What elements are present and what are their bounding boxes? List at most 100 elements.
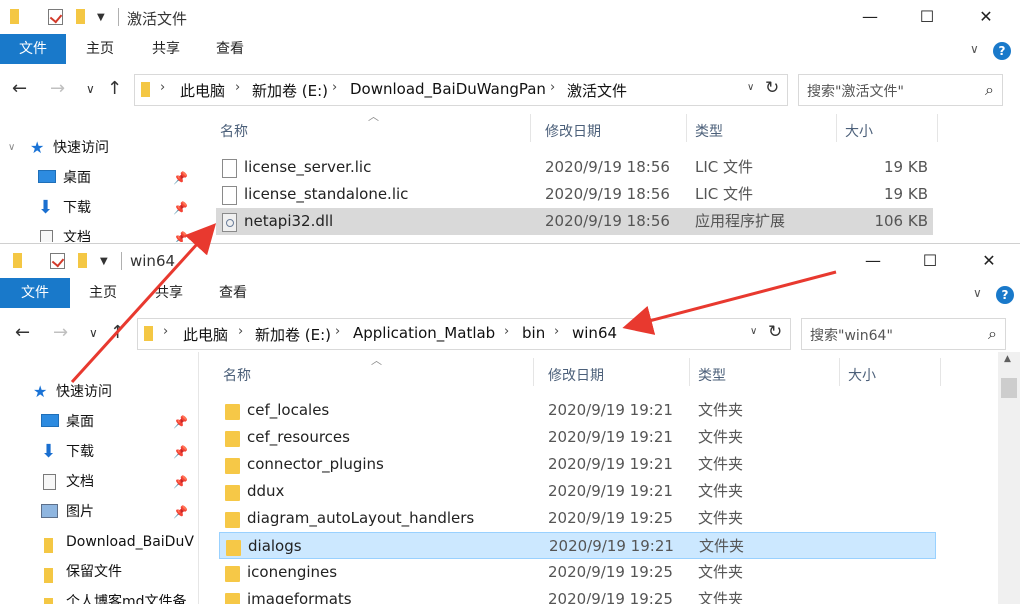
breadcrumb-this-pc[interactable]: 此电脑 (183, 324, 228, 345)
folder-row-selected[interactable]: dialogs 2020/9/19 19:21 文件夹 (219, 532, 936, 559)
properties-icon[interactable] (48, 9, 63, 28)
folder-row[interactable]: ddux 2020/9/19 19:21 文件夹 (219, 478, 936, 505)
file-row[interactable]: license_server.lic 2020/9/19 18:56 LIC 文… (216, 154, 933, 181)
sidebar-item-blog-md-backup[interactable]: 个人博客md文件备 (0, 587, 198, 604)
ribbon-expand-chevron-icon[interactable]: ∨ (970, 42, 979, 56)
breadcrumb-application-matlab[interactable]: Application_Matlab (353, 324, 495, 342)
folder-row[interactable]: imageformats 2020/9/19 19:25 文件夹 (219, 586, 936, 604)
sidebar-item-download-baiduv[interactable]: Download_BaiDuV (0, 527, 198, 557)
back-arrow-icon[interactable]: ← (15, 322, 30, 343)
breadcrumb-win64[interactable]: win64 (572, 324, 617, 342)
pin-icon[interactable]: 📌 (173, 407, 188, 437)
column-name[interactable]: 名称 (223, 365, 251, 385)
star-icon: ★ (30, 138, 45, 157)
new-folder-icon[interactable] (78, 253, 87, 271)
close-button[interactable]: ✕ (974, 248, 1004, 274)
navigation-pane: ∨ ★ 快速访问 桌面 📌 ⬇ 下载 📌 文档 📌 (0, 108, 198, 242)
close-button[interactable]: ✕ (971, 4, 1001, 30)
ribbon-expand-chevron-icon[interactable]: ∨ (973, 286, 982, 300)
sidebar-item-desktop[interactable]: 桌面 📌 (0, 163, 198, 193)
pin-icon[interactable]: 📌 (173, 223, 188, 242)
column-size[interactable]: 大小 (845, 121, 873, 141)
tab-view[interactable]: 查看 (210, 34, 250, 64)
tab-file[interactable]: 文件 (0, 278, 70, 308)
sidebar-item-pictures[interactable]: 图片 📌 (0, 497, 198, 527)
search-box[interactable]: 搜索"win64" ⌕ (801, 318, 1006, 350)
pin-icon[interactable]: 📌 (173, 437, 188, 467)
refresh-icon[interactable]: ↻ (765, 78, 779, 98)
column-type[interactable]: 类型 (698, 365, 726, 385)
help-icon[interactable]: ? (996, 286, 1014, 304)
refresh-icon[interactable]: ↻ (768, 322, 782, 342)
scrollbar-thumb[interactable] (1001, 378, 1017, 398)
column-name[interactable]: 名称 (220, 121, 248, 141)
pin-icon[interactable]: 📌 (173, 193, 188, 223)
back-arrow-icon[interactable]: ← (12, 78, 27, 99)
breadcrumb-drive-e[interactable]: 新加卷 (E:) (255, 324, 331, 345)
tab-file[interactable]: 文件 (0, 34, 66, 64)
breadcrumb-download-baiduwangpan[interactable]: Download_BaiDuWangPan (350, 80, 546, 98)
file-type: 应用程序扩展 (695, 212, 786, 230)
pin-icon[interactable]: 📌 (173, 163, 188, 193)
file-row[interactable]: license_standalone.lic 2020/9/19 18:56 L… (216, 181, 933, 208)
up-arrow-icon[interactable]: ↑ (107, 78, 122, 99)
folder-row[interactable]: cef_locales 2020/9/19 19:21 文件夹 (219, 397, 936, 424)
sidebar-item-reserved-files[interactable]: 保留文件 (0, 557, 198, 587)
sidebar-item-downloads[interactable]: ⬇ 下载 📌 (0, 193, 198, 223)
sidebar-item-downloads[interactable]: ⬇ 下载 📌 (0, 437, 198, 467)
chevron-right-icon: › (554, 324, 560, 339)
sidebar-item-documents[interactable]: 文档 📌 (0, 467, 198, 497)
folder-name: connector_plugins (247, 455, 384, 473)
folder-name: dialogs (248, 537, 302, 555)
folder-row[interactable]: connector_plugins 2020/9/19 19:21 文件夹 (219, 451, 936, 478)
scroll-up-arrow-icon[interactable]: ▲ (1004, 354, 1011, 364)
search-box[interactable]: 搜索"激活文件" ⌕ (798, 74, 1003, 106)
recent-locations-chevron-icon[interactable]: ∨ (86, 82, 95, 96)
address-dropdown-icon[interactable]: ∨ (747, 82, 754, 93)
sidebar-item-desktop[interactable]: 桌面 📌 (0, 407, 198, 437)
recent-locations-chevron-icon[interactable]: ∨ (89, 326, 98, 340)
minimize-button[interactable]: — (858, 248, 888, 274)
properties-icon[interactable] (50, 253, 65, 272)
address-bar[interactable]: › 此电脑 › 新加卷 (E:) › Download_BaiDuWangPan… (134, 74, 788, 106)
tab-home[interactable]: 主页 (80, 34, 120, 64)
breadcrumb-activation-folder[interactable]: 激活文件 (567, 80, 627, 101)
sidebar-label: 桌面 (63, 170, 91, 186)
minimize-button[interactable]: — (855, 4, 885, 30)
customize-toolbar-chevron-icon[interactable]: ▼ (97, 12, 105, 23)
forward-arrow-icon[interactable]: → (50, 78, 65, 99)
tab-share[interactable]: 共享 (149, 278, 189, 308)
expand-chevron-icon[interactable]: ∨ (8, 133, 15, 163)
tab-view[interactable]: 查看 (213, 278, 253, 308)
sidebar-item-documents[interactable]: 文档 📌 (0, 223, 198, 242)
tab-share[interactable]: 共享 (146, 34, 186, 64)
maximize-button[interactable]: ☐ (915, 248, 945, 274)
column-type[interactable]: 类型 (695, 121, 723, 141)
breadcrumb-drive-e[interactable]: 新加卷 (E:) (252, 80, 328, 101)
sidebar-item-quick-access[interactable]: ∨ ★ 快速访问 (0, 133, 198, 163)
new-folder-icon[interactable] (76, 9, 85, 27)
folder-row[interactable]: cef_resources 2020/9/19 19:21 文件夹 (219, 424, 936, 451)
help-icon[interactable]: ? (993, 42, 1011, 60)
column-date-modified[interactable]: 修改日期 (545, 121, 601, 141)
column-size[interactable]: 大小 (848, 365, 876, 385)
tab-home[interactable]: 主页 (83, 278, 123, 308)
breadcrumb-this-pc[interactable]: 此电脑 (180, 80, 225, 101)
address-dropdown-icon[interactable]: ∨ (750, 326, 757, 337)
up-arrow-icon[interactable]: ↑ (110, 322, 125, 343)
maximize-button[interactable]: ☐ (912, 4, 942, 30)
pin-icon[interactable]: 📌 (173, 467, 188, 497)
folder-row[interactable]: diagram_autoLayout_handlers 2020/9/19 19… (219, 505, 936, 532)
pin-icon[interactable]: 📌 (173, 497, 188, 527)
customize-toolbar-chevron-icon[interactable]: ▼ (100, 256, 108, 267)
column-date-modified[interactable]: 修改日期 (548, 365, 604, 385)
folder-row[interactable]: iconengines 2020/9/19 19:25 文件夹 (219, 559, 936, 586)
forward-arrow-icon[interactable]: → (53, 322, 68, 343)
vertical-scrollbar[interactable]: ▲ (998, 352, 1020, 604)
folder-date: 2020/9/19 19:25 (548, 590, 673, 604)
file-row-selected[interactable]: netapi32.dll 2020/9/19 18:56 应用程序扩展 106 … (216, 208, 933, 235)
navigation-bar: ← → ∨ ↑ › 此电脑 › 新加卷 (E:) › Application_M… (0, 312, 1020, 352)
breadcrumb-bin[interactable]: bin (522, 324, 545, 342)
sidebar-item-quick-access[interactable]: ★ 快速访问 (0, 377, 198, 407)
address-bar[interactable]: › 此电脑 › 新加卷 (E:) › Application_Matlab › … (137, 318, 791, 350)
